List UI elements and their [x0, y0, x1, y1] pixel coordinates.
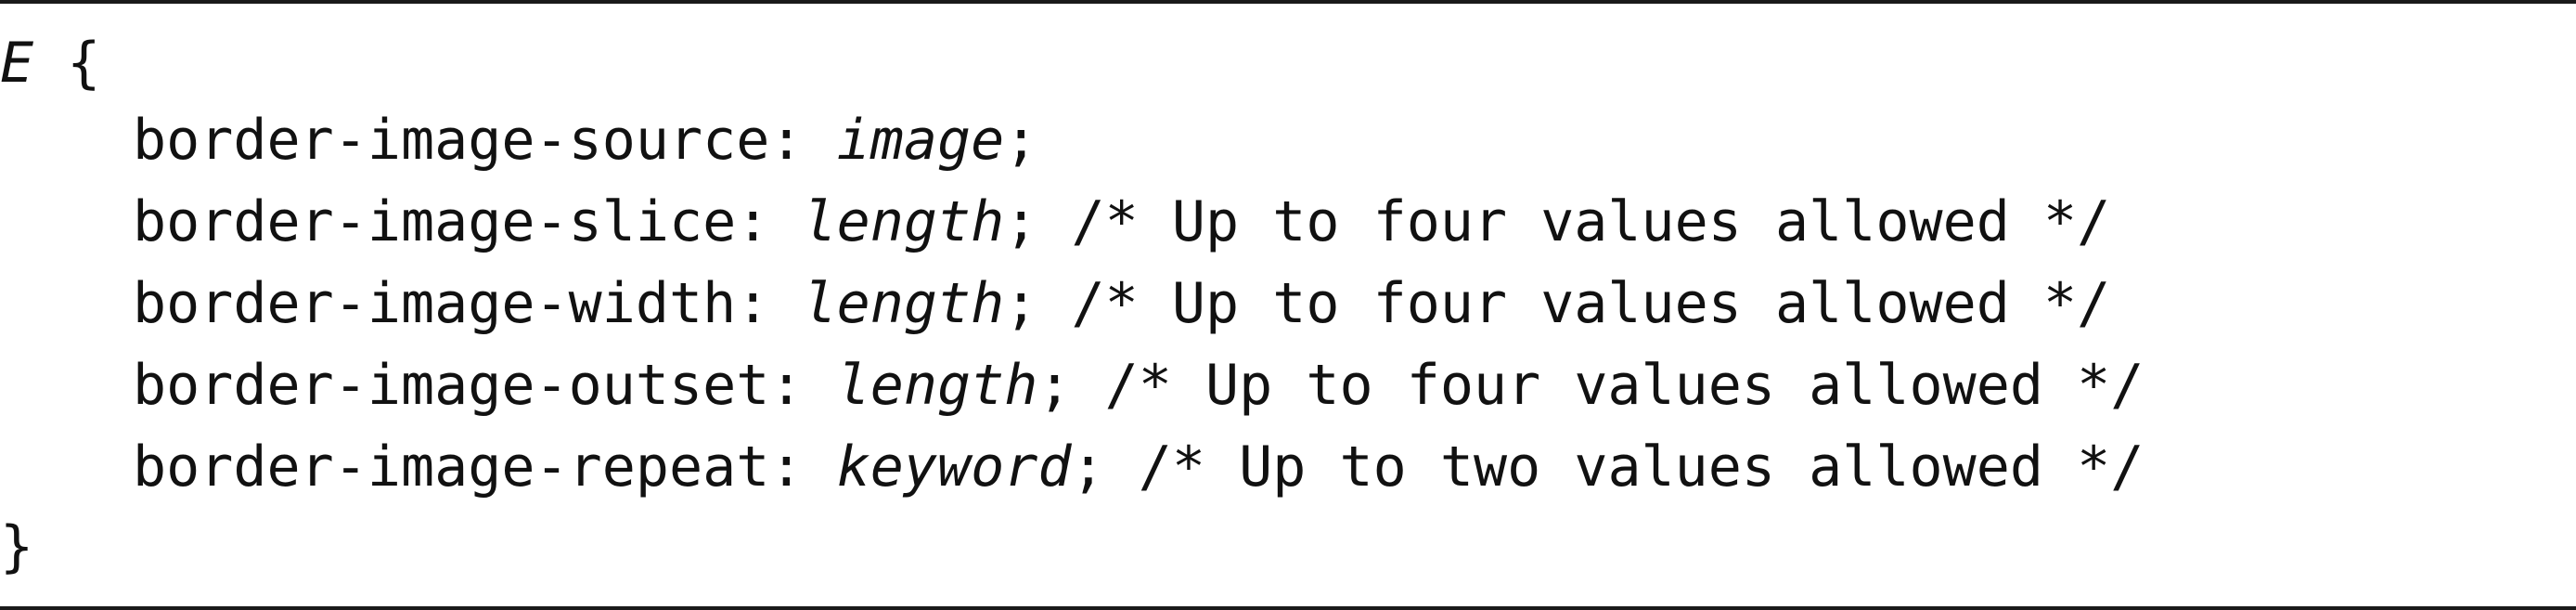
code-listing: E { border-image-source: image; border-i…	[0, 0, 2576, 610]
line-suffix: ; /* Up to two values allowed */	[1071, 435, 2145, 500]
property-value: length	[836, 353, 1038, 418]
selector-name: E	[0, 31, 34, 96]
code-line-border-image-width: border-image-width: length; /* Up to fou…	[133, 263, 2110, 344]
code-line-selector: E {	[0, 22, 100, 104]
property-name: border-image-repeat:	[133, 435, 837, 500]
property-value: length	[803, 271, 1005, 336]
property-name: border-image-outset:	[133, 353, 837, 418]
line-suffix: ; /* Up to four values allowed */	[1037, 353, 2145, 418]
code-line-border-image-outset: border-image-outset: length; /* Up to fo…	[133, 344, 2144, 426]
property-value: image	[836, 108, 1005, 173]
close-brace: }	[0, 514, 34, 579]
code-line-close: }	[0, 506, 33, 588]
code-line-border-image-source: border-image-source: image;	[133, 99, 1037, 181]
code-line-border-image-repeat: border-image-repeat: keyword; /* Up to t…	[133, 426, 2144, 508]
property-name: border-image-source:	[133, 108, 837, 173]
property-name: border-image-width:	[133, 271, 804, 336]
open-brace: {	[33, 31, 101, 96]
line-suffix: ; /* Up to four values allowed */	[1004, 189, 2111, 254]
property-value: keyword	[836, 435, 1072, 500]
code-line-border-image-slice: border-image-slice: length; /* Up to fou…	[133, 181, 2110, 263]
property-value: length	[803, 189, 1005, 254]
property-name: border-image-slice:	[133, 189, 804, 254]
line-suffix: ;	[1004, 108, 1038, 173]
line-suffix: ; /* Up to four values allowed */	[1004, 271, 2111, 336]
